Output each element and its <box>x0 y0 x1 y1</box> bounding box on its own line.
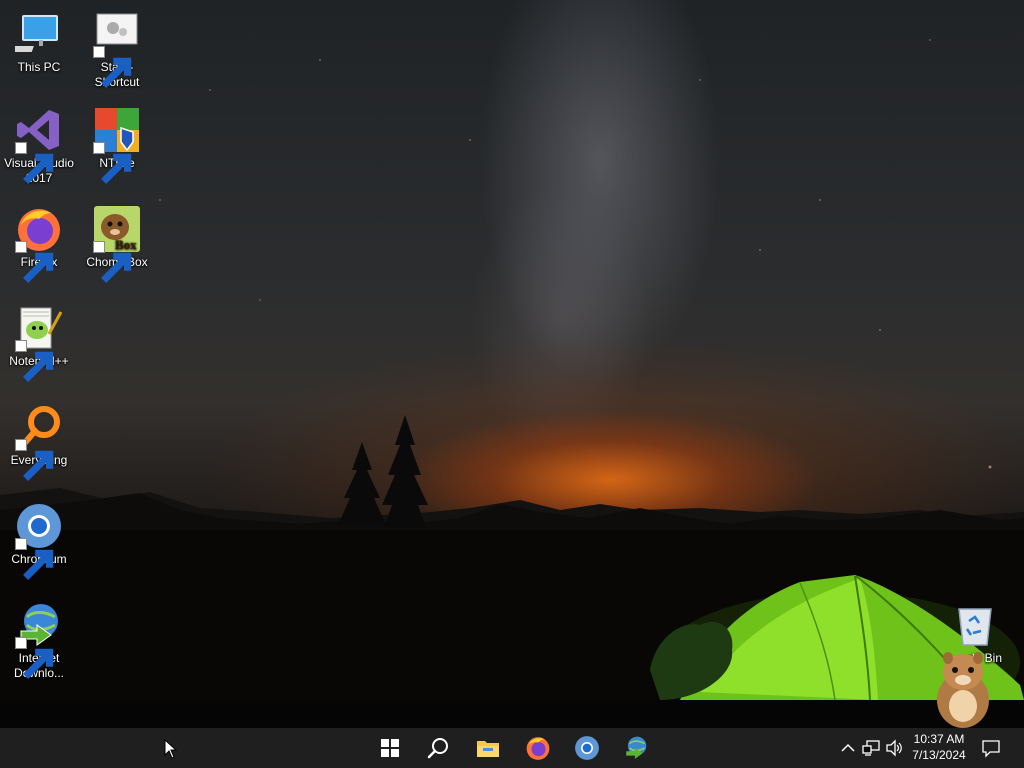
notifications-icon[interactable] <box>981 738 1001 758</box>
everything-search-icon <box>15 403 63 481</box>
shortcut-arrow-icon <box>15 538 54 580</box>
desktop-icon-ntlite[interactable]: NTLite <box>78 106 156 184</box>
clock-date: 7/13/2024 <box>912 748 966 762</box>
notepad-plus-plus-icon <box>15 304 63 382</box>
desktop-icon-chromium[interactable]: Chromium <box>0 502 78 580</box>
clock-time: 10:37 AM <box>913 732 965 746</box>
desktop-icon-start-shortcut[interactable]: Start - Shortcut <box>78 10 156 90</box>
taskbar-internet-download-manager[interactable] <box>612 728 660 768</box>
firefox-icon <box>15 205 63 283</box>
windows-logo-icon <box>381 739 399 757</box>
shortcut-arrow-icon <box>93 142 132 184</box>
taskbar-firefox[interactable] <box>514 728 562 768</box>
desktop-icon-this-pc[interactable]: This PC <box>0 10 78 75</box>
internet-download-manager-icon <box>626 736 647 759</box>
ntlite-icon <box>93 106 141 184</box>
chromium-icon <box>15 502 63 580</box>
desktop-icon-visual-studio[interactable]: Visual Studio 2017 <box>0 106 78 186</box>
chomikbox-icon: Box <box>93 205 141 283</box>
shortcut-arrow-icon <box>15 637 54 679</box>
firefox-icon <box>526 737 550 760</box>
hamster-mascot-overlay[interactable] <box>930 648 996 728</box>
volume-icon[interactable] <box>884 738 904 758</box>
network-icon[interactable] <box>861 738 881 758</box>
shortcut-arrow-icon <box>15 340 54 382</box>
shortcut-arrow-icon <box>15 241 54 283</box>
desktop-icon-chomikbox[interactable]: Box ChomikBox <box>78 205 156 283</box>
taskbar-file-explorer[interactable] <box>464 728 512 768</box>
taskbar: 10:37 AM 7/13/2024 <box>0 728 1024 768</box>
search-button[interactable] <box>414 728 462 768</box>
chromium-icon <box>575 736 599 760</box>
shortcut-arrow-icon <box>93 46 132 88</box>
desktop-background[interactable]: This PC Start - Shortcut Visual Studio 2… <box>0 0 1024 728</box>
recycle-bin-icon <box>951 601 999 649</box>
start-button[interactable] <box>366 728 414 768</box>
taskbar-chromium[interactable] <box>563 728 611 768</box>
shortcut-arrow-icon <box>15 439 54 481</box>
desktop-icon-internet-download-manager[interactable]: Internet Downlo... <box>0 601 78 681</box>
shortcut-arrow-icon <box>15 142 54 184</box>
this-pc-icon <box>15 10 63 58</box>
file-explorer-icon <box>477 741 499 757</box>
search-icon <box>427 738 448 759</box>
tray-clock[interactable]: 10:37 AM 7/13/2024 <box>906 731 972 765</box>
visual-studio-icon <box>15 106 63 184</box>
shortcut-arrow-icon <box>93 241 132 283</box>
wallpaper-landscape <box>0 415 1024 728</box>
show-hidden-icons-chevron[interactable] <box>838 738 858 758</box>
mouse-cursor-icon <box>164 739 178 759</box>
start-shortcut-icon <box>93 10 141 88</box>
desktop-icon-everything[interactable]: Everything <box>0 403 78 481</box>
desktop-icon-firefox[interactable]: Firefox <box>0 205 78 283</box>
this-pc-label: This PC <box>17 60 61 74</box>
desktop-icon-notepad-plus-plus[interactable]: Notepad++ <box>0 304 78 382</box>
internet-download-manager-icon <box>15 601 63 679</box>
